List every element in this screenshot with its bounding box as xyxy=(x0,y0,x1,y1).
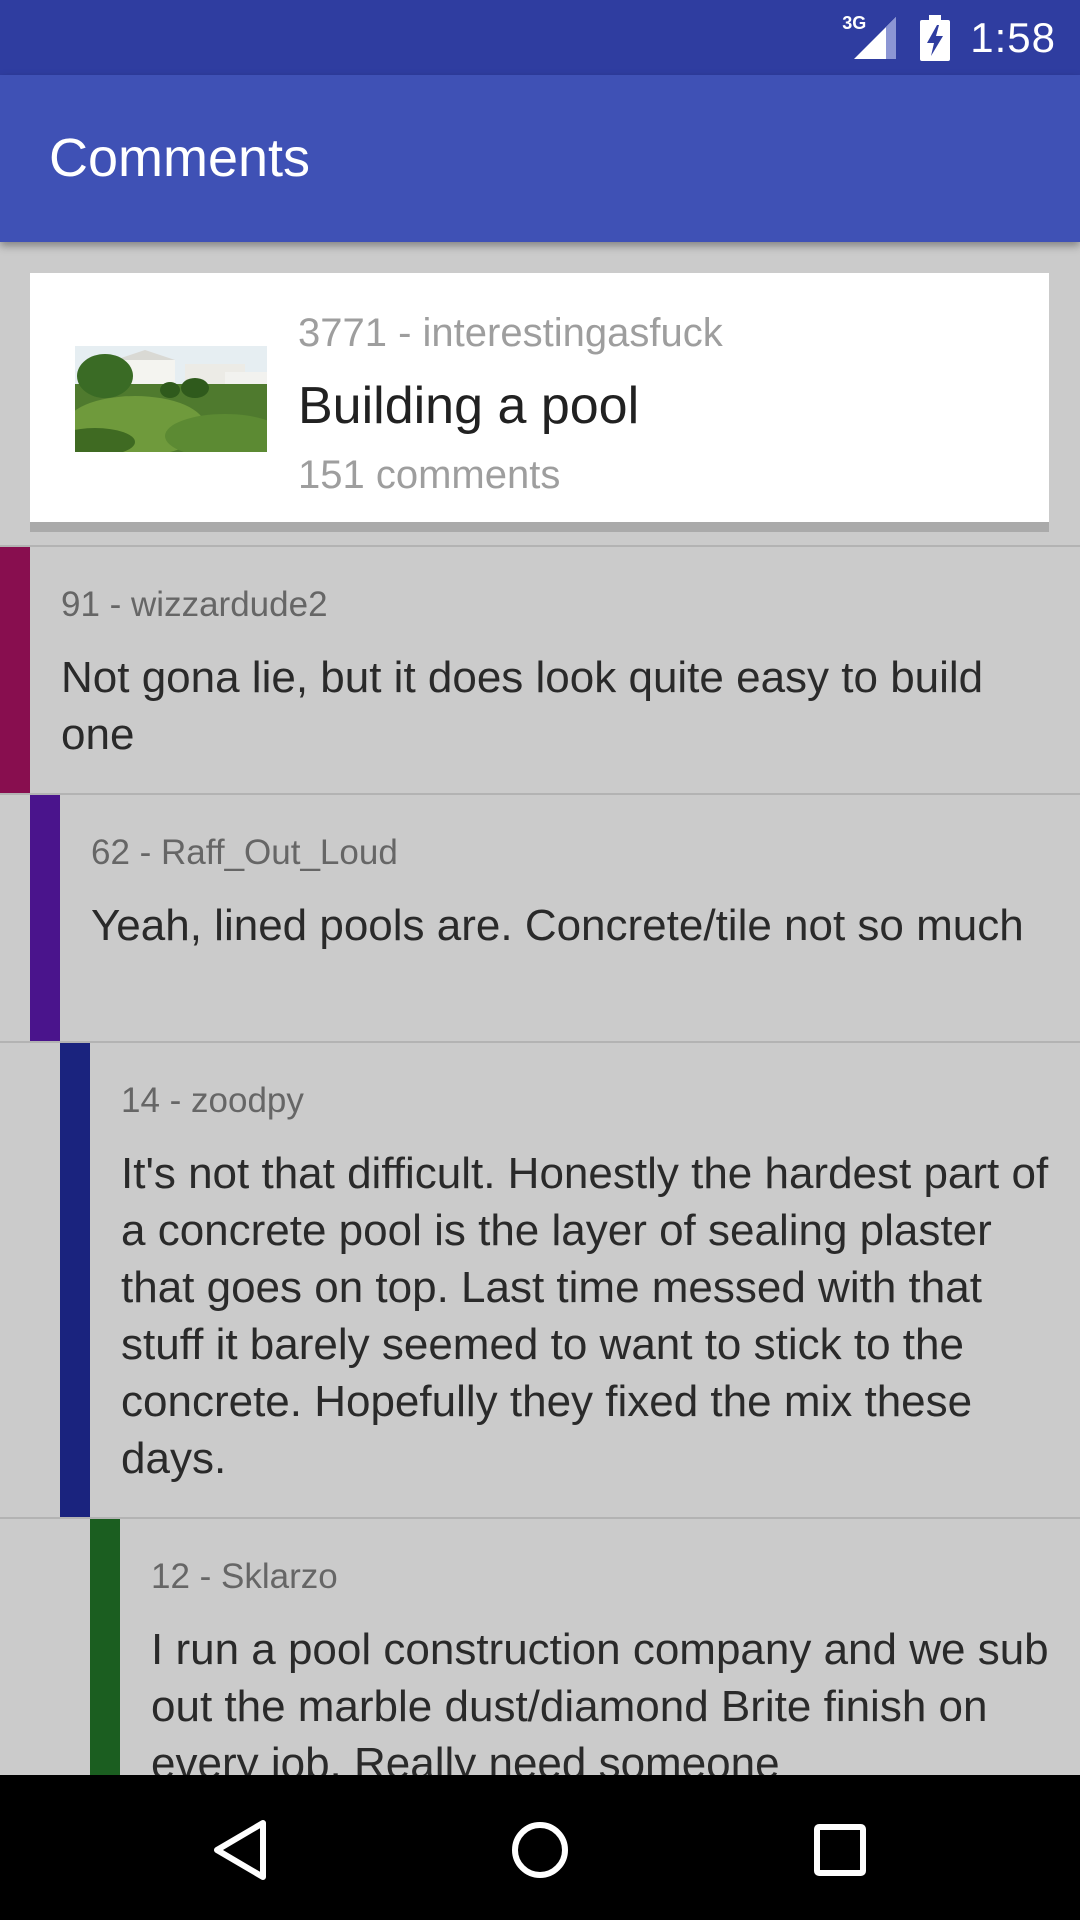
post-title[interactable]: Building a pool xyxy=(298,376,639,436)
comment-body: I run a pool construction company and we… xyxy=(151,1625,1049,1775)
depth-indicator xyxy=(0,547,30,793)
comment-body: Not gona lie, but it does look quite eas… xyxy=(61,653,984,759)
navigation-bar xyxy=(0,1775,1080,1920)
post-comment-count: 151 comments xyxy=(298,453,561,497)
comment-item[interactable]: 12 - Sklarzo I run a pool construction c… xyxy=(0,1517,1080,1775)
comment-meta: 62 - Raff_Out_Loud xyxy=(91,833,398,872)
depth-indicator xyxy=(30,795,60,1041)
comment-meta: 14 - zoodpy xyxy=(121,1081,304,1120)
comment-list[interactable]: 91 - wizzardude2 Not gona lie, but it do… xyxy=(0,545,1080,1775)
comment-meta: 12 - Sklarzo xyxy=(151,1557,338,1596)
comment-item[interactable]: 62 - Raff_Out_Loud Yeah, lined pools are… xyxy=(0,793,1080,1041)
comment-body: Yeah, lined pools are. Concrete/tile not… xyxy=(91,901,1024,950)
comment-item[interactable]: 91 - wizzardude2 Not gona lie, but it do… xyxy=(0,545,1080,793)
home-icon[interactable] xyxy=(505,1815,575,1885)
status-bar: 3G 1:58 xyxy=(0,0,1080,75)
recents-icon[interactable] xyxy=(805,1815,875,1885)
status-icons: 3G 1:58 xyxy=(842,0,1056,75)
depth-indicator xyxy=(90,1519,120,1775)
page-title: Comments xyxy=(49,128,311,188)
battery-charging-icon xyxy=(920,14,951,61)
clock: 1:58 xyxy=(970,13,1056,61)
comment-body: It's not that difficult. Honestly the ha… xyxy=(121,1149,1049,1483)
signal-icon: 3G xyxy=(842,13,900,61)
post-thumbnail[interactable] xyxy=(75,346,267,452)
depth-indicator xyxy=(60,1043,90,1517)
back-icon[interactable] xyxy=(205,1815,275,1885)
comment-meta: 91 - wizzardude2 xyxy=(61,585,328,624)
post-card[interactable]: 3771 - interestingasfuck Building a pool… xyxy=(30,273,1049,532)
post-meta: 3771 - interestingasfuck xyxy=(298,311,723,355)
app-bar: Comments xyxy=(0,75,1080,242)
comment-item[interactable]: 14 - zoodpy It's not that difficult. Hon… xyxy=(0,1041,1080,1517)
